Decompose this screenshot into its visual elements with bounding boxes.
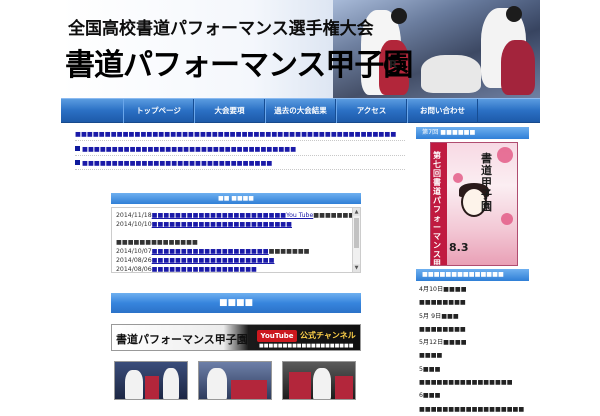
banner-title: 書道パフォーマンス甲子園 — [116, 333, 248, 346]
channel-label: 公式チャンネル — [300, 331, 356, 340]
youtube-channel-banner[interactable]: 書道パフォーマンス甲子園 YouTube 公式チャンネル ■■■■■■■■■■■… — [111, 324, 361, 351]
poster-date: 8.3 — [449, 241, 469, 254]
main-nav: トップページ 大会要項 過去の大会結果 アクセス お問い合わせ — [61, 98, 540, 123]
list-item[interactable]: 6■■■ — [418, 389, 531, 402]
poster-title: 書道甲子園 — [481, 152, 492, 213]
square-bullet-icon — [75, 146, 80, 151]
video-section-header: ■■■■ — [111, 293, 361, 313]
news-list[interactable]: 2014/11/18■■■■■■■■■■■■■■■■■■■■■■■You Tub… — [111, 207, 361, 273]
notice-text: ■■■■■■■■■■■■■■■■■■■■■■■■■■■■■■■■■■■■■■■■… — [75, 131, 397, 138]
nav-item-top[interactable]: トップページ — [123, 99, 194, 123]
youtube-logo-icon: YouTube — [257, 330, 297, 342]
list-item[interactable]: ■■■■ — [418, 349, 531, 362]
thumb-figure — [207, 368, 227, 399]
square-bullet-icon — [75, 160, 80, 165]
poster-section-header: 第7回 ■■■■■■ — [416, 127, 529, 139]
event-poster[interactable]: 第七回書道パフォーマンス甲子園 書道甲子園 8.3 — [430, 142, 518, 266]
news-link[interactable]: ■■■■■■■■■■■■■■■■■■■■■ — [152, 257, 275, 264]
scrollbar-thumb[interactable] — [354, 218, 359, 248]
hero-performer — [501, 40, 535, 95]
list-item[interactable]: ■■■■■■■■ — [418, 323, 531, 336]
nav-item-access[interactable]: アクセス — [336, 99, 407, 123]
news-suffix: ■■■■■■■■■■■■■■ — [116, 239, 198, 246]
list-item[interactable]: ■■■■■■■■ — [418, 296, 531, 309]
notice-text: ■■■■■■■■■■■■■■■■■■■■■■■■■■■■■■■■■■■■ — [82, 146, 297, 153]
hero-performer-head — [391, 8, 407, 24]
news-link[interactable]: ■■■■■■■■■■■■■■■■■■■■■■■You Tube — [152, 212, 314, 219]
nav-item-contact[interactable]: お問い合わせ — [407, 99, 478, 123]
video-thumbnail[interactable] — [114, 361, 188, 400]
news-link[interactable]: ■■■■■■■■■■■■■■■■■■ — [152, 266, 257, 272]
thumb-figure — [289, 372, 311, 399]
site-subtitle: 全国高校書道パフォーマンス選手権大会 — [68, 19, 374, 39]
news-item[interactable]: 2014/10/10■■■■■■■■■■■■■■■■■■■■■■■■ — [116, 220, 292, 229]
news-date: 2014/08/26 — [116, 257, 152, 264]
registered-mark-icon: R — [384, 56, 402, 74]
thumb-figure — [335, 376, 353, 399]
list-item[interactable]: 5月12日■■■■ — [418, 336, 531, 349]
banner-subtext: ■■■■■■■■■■■■■■■■■■■■ — [259, 343, 354, 349]
sidebar: 第7回 ■■■■■■ 第七回書道パフォーマンス甲子園 書道甲子園 8.3 ■■■… — [416, 123, 533, 413]
thumb-figure — [313, 368, 331, 399]
list-item[interactable]: 5月 9日■■■ — [418, 310, 531, 323]
scroll-down-arrow-icon[interactable]: ▼ — [353, 264, 360, 272]
poster-vertical-text: 第七回書道パフォーマンス甲子園 — [433, 151, 441, 266]
news-scrollbar[interactable]: ▲ ▼ — [352, 208, 360, 272]
thumb-figure — [231, 380, 267, 399]
news-item[interactable]: 2014/11/18■■■■■■■■■■■■■■■■■■■■■■■You Tub… — [116, 211, 360, 220]
notice-link[interactable]: ■■■■■■■■■■■■■■■■■■■■■■■■■■■■■■■■■■■■ — [75, 143, 405, 156]
news-date: 2014/10/07 — [116, 248, 152, 255]
list-item[interactable]: 5■■■ — [418, 363, 531, 376]
list-item[interactable]: ■■■■■■■■■■■■■■■■■■ — [418, 403, 531, 416]
notice-text: ■■■■■■■■■■■■■■■■■■■■■■■■■■■■■■■■ — [82, 160, 273, 167]
nav-item-guidelines[interactable]: 大会要項 — [194, 99, 265, 123]
video-thumbnail[interactable] — [198, 361, 272, 400]
flower-icon — [501, 213, 513, 225]
schedule-list: 4月10日■■■■ ■■■■■■■■ 5月 9日■■■ ■■■■■■■■ 5月1… — [418, 283, 531, 416]
thumb-figure — [145, 376, 159, 399]
news-suffix: ■■■■■■■ — [268, 248, 310, 255]
news-date: 2014/10/10 — [116, 221, 152, 228]
site-title-logo[interactable]: 書道パフォーマンス甲子園 — [65, 40, 413, 84]
news-item[interactable]: 2014/08/06■■■■■■■■■■■■■■■■■■ — [116, 265, 257, 273]
news-item[interactable]: 2014/08/26■■■■■■■■■■■■■■■■■■■■■ — [116, 256, 274, 265]
news-date: 2014/08/06 — [116, 266, 152, 273]
site-header: 全国高校書道パフォーマンス選手権大会 書道パフォーマンス甲子園 R — [61, 0, 540, 98]
schedule-section-header: ■■■■■■■■■■■■■■ — [416, 269, 529, 281]
main-content: ■■■■■■■■■■■■■■■■■■■■■■■■■■■■■■■■■■■■■■■■… — [61, 123, 411, 400]
news-section-header: ■■ ■■■■ — [111, 193, 361, 204]
news-link[interactable]: ■■■■■■■■■■■■■■■■■■■■■■■■ — [152, 221, 292, 228]
thumb-figure — [163, 368, 179, 399]
hero-performer — [421, 55, 481, 93]
hero-performer-head — [506, 6, 522, 22]
news-date: 2014/11/18 — [116, 212, 152, 219]
scroll-up-arrow-icon[interactable]: ▲ — [353, 208, 360, 216]
video-thumbnail[interactable] — [282, 361, 356, 400]
list-item[interactable]: 4月10日■■■■ — [418, 283, 531, 296]
news-item: ■■■■■■■■■■■■■■ — [116, 238, 198, 247]
flower-icon — [497, 147, 513, 163]
flower-icon — [453, 173, 463, 183]
notice-link[interactable]: ■■■■■■■■■■■■■■■■■■■■■■■■■■■■■■■■■■■■■■■■… — [75, 128, 405, 141]
nav-item-past-results[interactable]: 過去の大会結果 — [265, 99, 336, 123]
list-item[interactable]: ■■■■■■■■■■■■■■■■ — [418, 376, 531, 389]
thumb-figure — [125, 370, 143, 399]
news-link[interactable]: ■■■■■■■■■■■■■■■■■■■■ — [152, 248, 269, 255]
news-item[interactable]: 2014/10/07■■■■■■■■■■■■■■■■■■■■■■■■■■■ — [116, 247, 310, 256]
notice-link[interactable]: ■■■■■■■■■■■■■■■■■■■■■■■■■■■■■■■■ — [75, 157, 405, 170]
